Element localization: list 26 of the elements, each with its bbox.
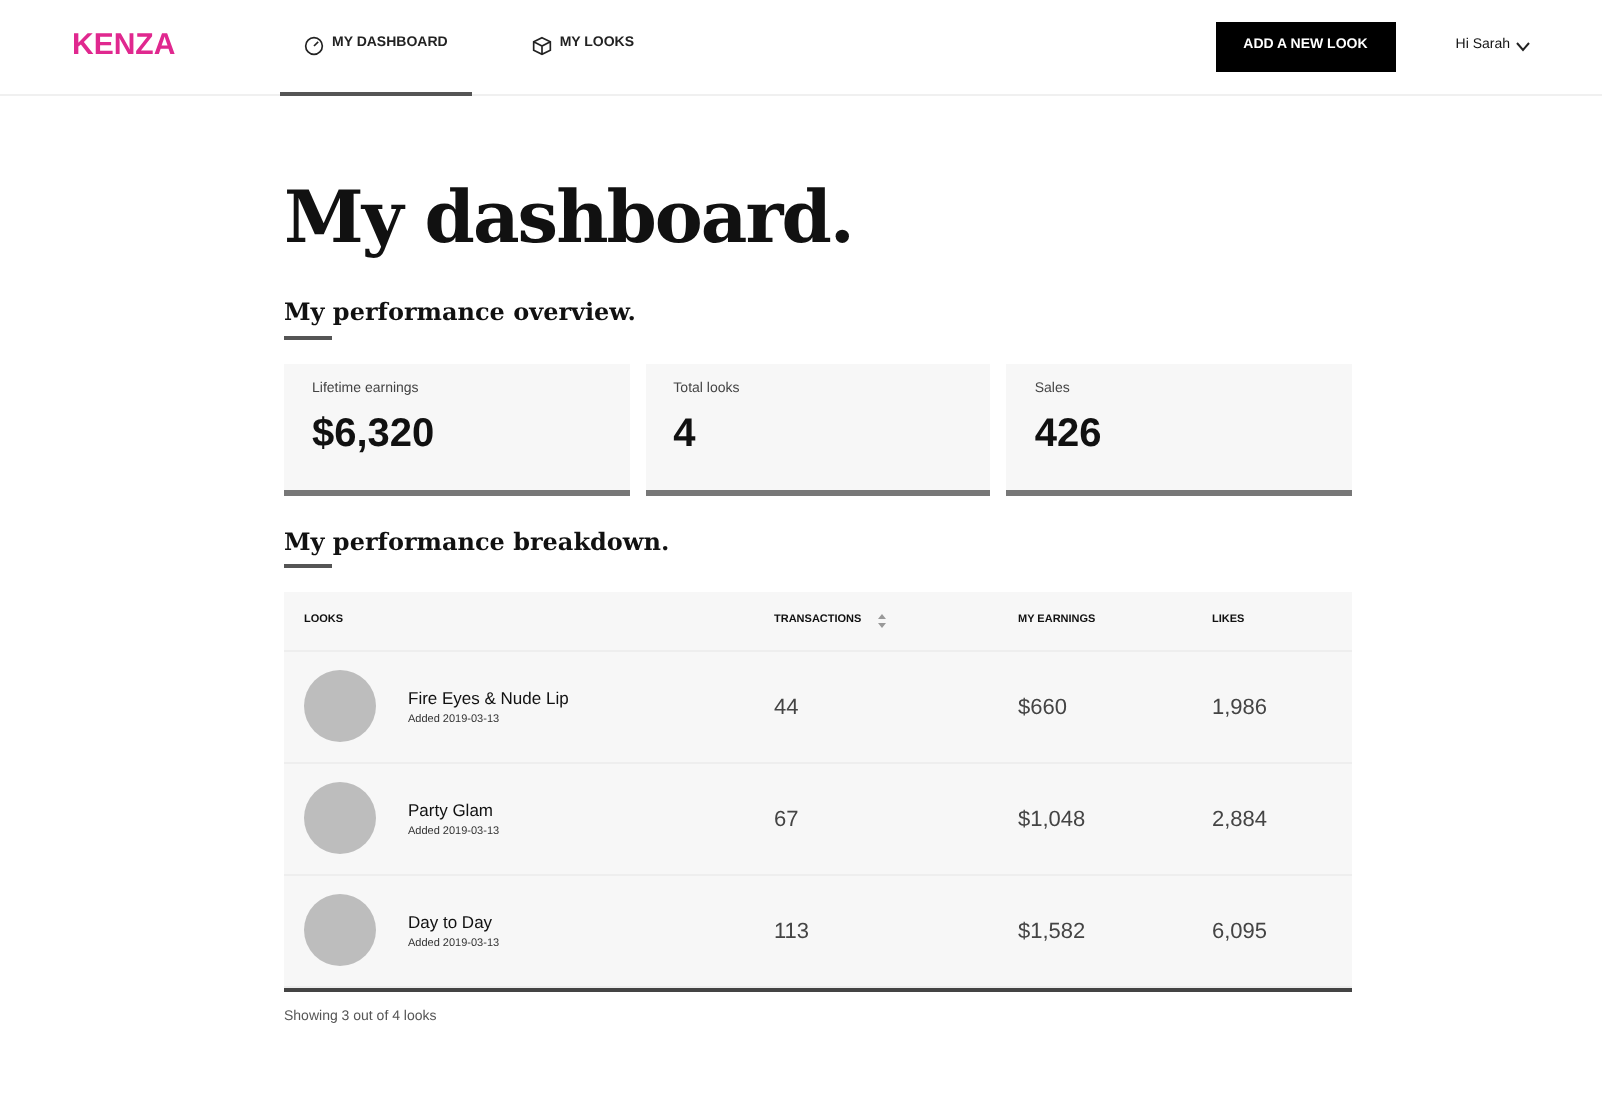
table-cell: $1,582 <box>1018 920 1086 945</box>
page-title: My dashboard. <box>284 176 855 263</box>
table-cell: $660 <box>1018 696 1067 721</box>
section-heading: My performance overview. <box>284 298 638 328</box>
gauge-icon <box>304 35 324 55</box>
sort-icon[interactable] <box>877 613 886 628</box>
table-cell: 44 <box>774 696 799 721</box>
table-cell: 2,884 <box>1212 808 1268 833</box>
avatar-placeholder <box>304 782 376 855</box>
brand-logo[interactable]: KENZA <box>72 24 280 70</box>
avatar-placeholder <box>304 894 376 967</box>
table-cell: $1,048 <box>1018 808 1086 833</box>
chevron-down-icon <box>1516 42 1530 52</box>
stat-value: 4 <box>673 410 698 461</box>
section-heading: My performance breakdown. <box>284 527 672 556</box>
table-cell: 67 <box>774 808 799 833</box>
look-name[interactable]: Day to Day <box>408 909 500 936</box>
table-cell: 6,095 <box>1212 920 1268 945</box>
stat-value: $6,320 <box>312 410 437 461</box>
look-name[interactable]: Fire Eyes & Nude Lip <box>408 685 569 712</box>
avatar-placeholder <box>304 670 376 743</box>
table-cell: 1,986 <box>1212 696 1268 721</box>
stat-value: 426 <box>1034 410 1104 461</box>
table-cell: 113 <box>774 920 810 945</box>
cube-icon <box>531 35 552 55</box>
look-name[interactable]: Party Glam <box>408 797 500 824</box>
